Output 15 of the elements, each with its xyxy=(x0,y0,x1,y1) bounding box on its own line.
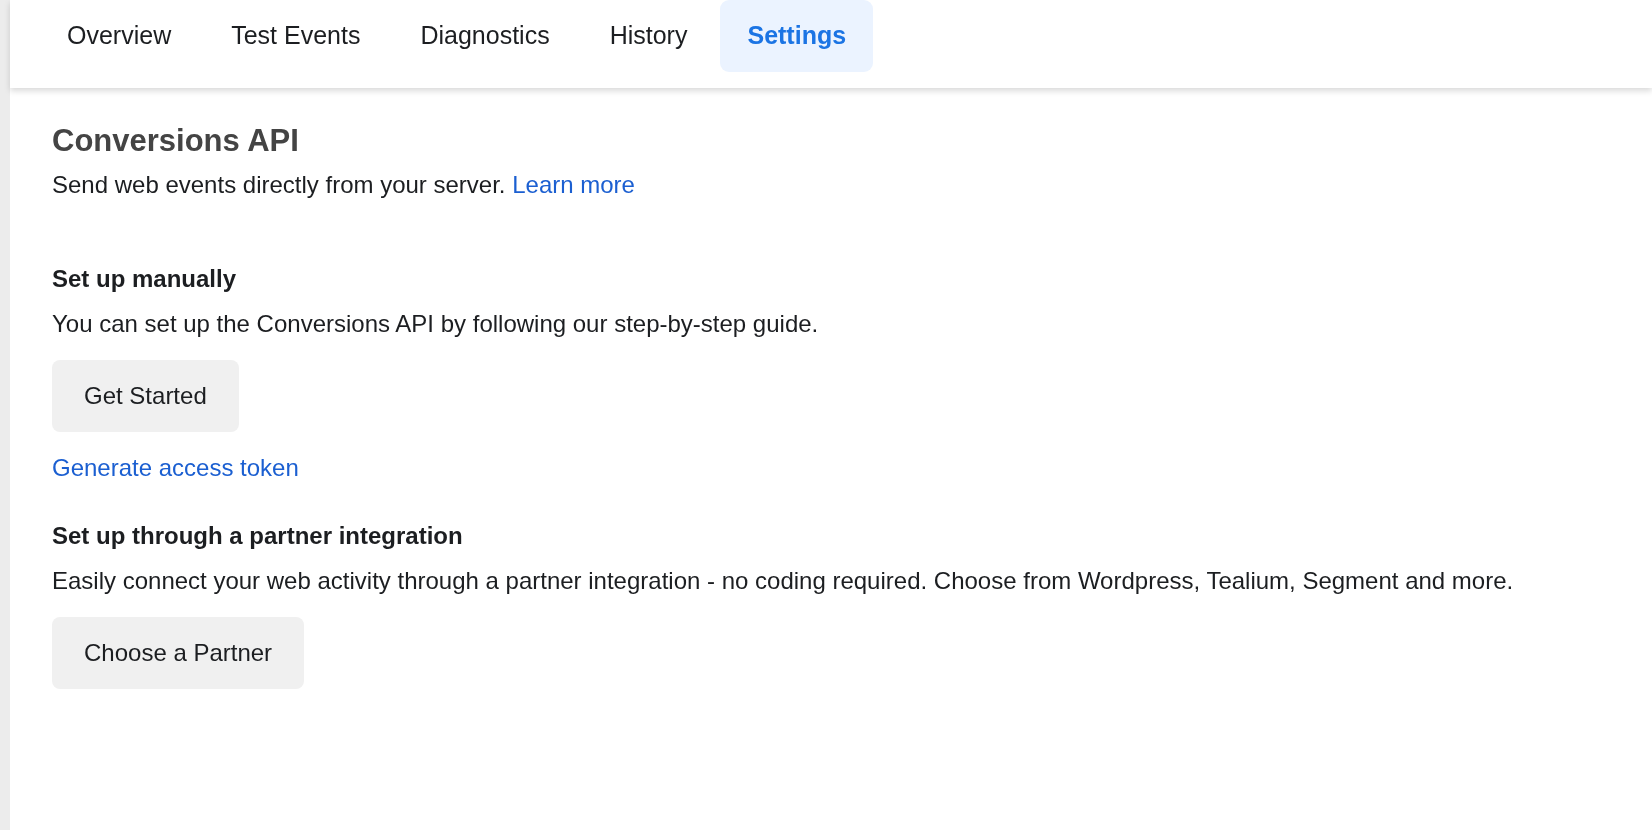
action-button[interactable]: Get Started xyxy=(52,360,239,432)
section-text: Easily connect your web activity through a partner integration - no coding required. Choose from Wordpress, Tealium, Segment and more. xyxy=(52,565,1515,596)
tab[interactable]: Test Events xyxy=(204,0,388,72)
tab[interactable]: Diagnostics xyxy=(393,0,577,72)
tab[interactable]: History xyxy=(582,0,715,72)
action-button[interactable]: Choose a Partner xyxy=(52,616,305,689)
section-heading: Set up through a partner integration xyxy=(52,522,464,551)
section-heading: Set up manually xyxy=(52,265,238,294)
page-title: Conversions API xyxy=(52,122,300,160)
section-text: You can set up the Conversions API by following our step-by-step guide. xyxy=(52,309,820,339)
token-link[interactable]: Generate access token xyxy=(52,454,299,481)
learn-more-link[interactable]: Learn more xyxy=(512,171,635,199)
tab[interactable]: Overview xyxy=(40,0,199,72)
subtitle-text: Send web events directly from your server. Learn more xyxy=(52,170,636,201)
tab[interactable]: Settings xyxy=(720,0,874,72)
